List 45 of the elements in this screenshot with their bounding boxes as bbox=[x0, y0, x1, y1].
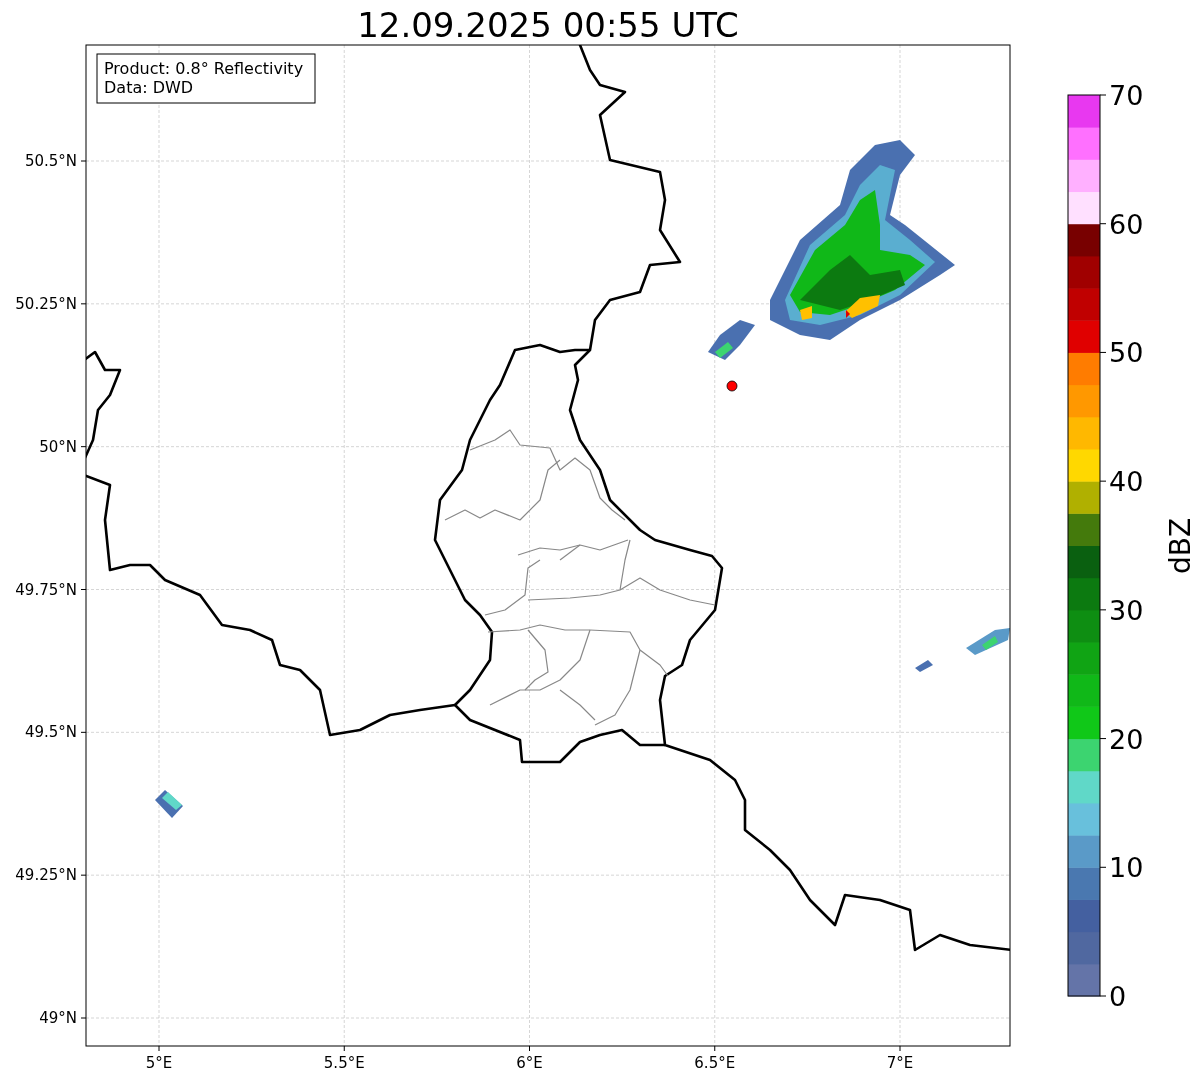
tick-mark bbox=[80, 446, 87, 448]
tick-mark bbox=[80, 303, 87, 305]
tick-mark bbox=[80, 1017, 87, 1019]
tick-label: 49.75°N bbox=[15, 580, 77, 599]
tick-mark bbox=[714, 1045, 716, 1052]
colorbar-tick-label: 70 bbox=[1109, 80, 1144, 111]
tick-mark bbox=[1099, 480, 1107, 482]
colorbar-tick-label: 30 bbox=[1109, 594, 1144, 626]
tick-mark bbox=[1099, 995, 1107, 997]
tick-mark bbox=[343, 1045, 345, 1052]
colorbar-label: dBZ bbox=[1164, 517, 1197, 575]
colorbar-tick-label: 20 bbox=[1109, 723, 1144, 755]
colorbar-tick-label: 10 bbox=[1109, 852, 1144, 884]
tick-label: 6.5°E bbox=[694, 1054, 736, 1072]
tick-mark bbox=[1099, 609, 1107, 611]
tick-label: 50.25°N bbox=[15, 294, 77, 313]
tick-label: 5°E bbox=[145, 1054, 173, 1072]
radar-site-marker bbox=[726, 380, 738, 392]
tick-mark bbox=[529, 1045, 530, 1052]
tick-label: 50°N bbox=[39, 437, 77, 456]
tick-mark bbox=[899, 1045, 901, 1052]
tick-mark bbox=[80, 589, 87, 590]
chart-title: 12.09.2025 00:55 UTC bbox=[357, 5, 739, 45]
colorbar-tick-label: 40 bbox=[1109, 466, 1144, 498]
tick-label: 49.25°N bbox=[15, 866, 77, 885]
tick-label: 6°E bbox=[516, 1054, 543, 1072]
colorbar-tick-label: 0 bbox=[1109, 981, 1127, 1012]
tick-mark bbox=[1099, 94, 1107, 96]
tick-mark bbox=[80, 874, 87, 876]
tick-label: 5.5°E bbox=[323, 1054, 365, 1072]
tick-label: 7°E bbox=[886, 1054, 914, 1072]
tick-mark bbox=[80, 160, 87, 162]
info-text: Product: 0.8° Reflectivity bbox=[104, 59, 304, 78]
tick-mark bbox=[1099, 223, 1107, 225]
tick-mark bbox=[1099, 351, 1107, 353]
tick-label: 49°N bbox=[39, 1009, 77, 1027]
tick-mark bbox=[1099, 866, 1107, 868]
tick-label: 50.5°N bbox=[24, 152, 77, 170]
colorbar-tick-label: 60 bbox=[1109, 208, 1144, 240]
tick-mark bbox=[80, 731, 87, 733]
colorbar-tick-label: 50 bbox=[1109, 337, 1144, 369]
info-text: Data: DWD bbox=[104, 78, 194, 97]
tick-label: 49.5°N bbox=[24, 723, 77, 742]
tick-mark bbox=[1099, 738, 1107, 740]
tick-mark bbox=[158, 1045, 160, 1052]
